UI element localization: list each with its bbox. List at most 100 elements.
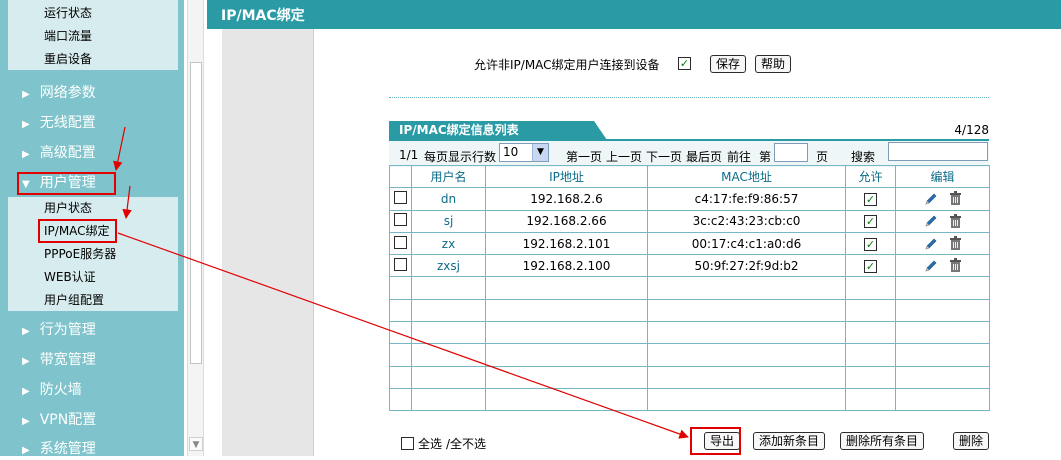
edit-pencil-icon[interactable] bbox=[923, 258, 939, 274]
page-title: IP/MAC绑定 bbox=[221, 8, 305, 24]
sidebar-item-system[interactable]: ▶ 系统管理 bbox=[22, 440, 96, 460]
row-select-cell bbox=[389, 231, 412, 256]
row-select-checkbox[interactable] bbox=[394, 235, 407, 249]
sidebar-subitem-pppoe-server[interactable]: PPPoE服务器 bbox=[44, 247, 116, 261]
cell-mac: 50:9f:27:2f:9d:b2 bbox=[647, 254, 846, 278]
triangle-right-icon: ▶ bbox=[22, 386, 30, 397]
cell-edit bbox=[895, 231, 990, 256]
prev-page-link[interactable]: 上一页 bbox=[606, 148, 642, 165]
column-header-allow: 允许 bbox=[845, 164, 896, 189]
trash-icon[interactable] bbox=[949, 258, 962, 273]
row-select-checkbox[interactable] bbox=[394, 257, 407, 271]
help-button[interactable]: 帮助 bbox=[755, 55, 792, 73]
row-select-cell bbox=[389, 254, 412, 278]
select-none-link[interactable]: /全不选 bbox=[446, 437, 486, 451]
edit-pencil-icon[interactable] bbox=[923, 191, 939, 207]
content-left-gutter bbox=[222, 29, 314, 456]
first-page-link[interactable]: 第一页 bbox=[566, 148, 602, 165]
cell-username: sj bbox=[411, 209, 486, 233]
next-page-link[interactable]: 下一页 bbox=[646, 148, 682, 165]
empty-table-row bbox=[389, 387, 990, 412]
cell-username: zxsj bbox=[411, 254, 486, 278]
rows-per-page-select[interactable]: 10 ▼ bbox=[499, 143, 549, 162]
triangle-right-icon: ▶ bbox=[22, 149, 30, 160]
save-button[interactable]: 保存 bbox=[710, 55, 747, 73]
edit-pencil-icon[interactable] bbox=[923, 213, 939, 229]
entry-count: 4/128 bbox=[954, 123, 989, 137]
cell-edit bbox=[895, 187, 990, 211]
edit-pencil-icon[interactable] bbox=[923, 236, 939, 252]
list-tab-title: IP/MAC绑定信息列表 bbox=[389, 121, 607, 140]
trash-icon[interactable] bbox=[949, 236, 962, 251]
page-suffix-label: 页 bbox=[816, 150, 829, 164]
sidebar-scrollbar[interactable]: ▼ bbox=[187, 0, 204, 456]
row-select-checkbox[interactable] bbox=[394, 190, 407, 204]
empty-table-row bbox=[389, 298, 990, 323]
sidebar-item-advanced[interactable]: ▶ 高级配置 bbox=[22, 144, 96, 164]
sidebar-item-vpn[interactable]: ▶ VPN配置 bbox=[22, 411, 96, 431]
page-number-input[interactable] bbox=[774, 143, 808, 162]
triangle-right-icon: ▶ bbox=[22, 356, 30, 367]
last-page-link[interactable]: 最后页 bbox=[686, 148, 722, 165]
page-info: 1/1 bbox=[399, 148, 419, 162]
allow-checkbox[interactable]: ✓ bbox=[864, 192, 877, 206]
delete-button[interactable]: 删除 bbox=[953, 432, 990, 450]
table-row: dn 192.168.2.6 c4:17:fe:f9:86:57 ✓ bbox=[389, 187, 990, 211]
scrollbar-thumb[interactable] bbox=[190, 62, 202, 364]
empty-table-row bbox=[389, 365, 990, 389]
search-input[interactable] bbox=[888, 142, 988, 161]
allow-checkbox[interactable]: ✓ bbox=[864, 215, 877, 229]
triangle-right-icon: ▶ bbox=[22, 326, 30, 337]
cell-edit bbox=[895, 209, 990, 233]
select-all-checkbox[interactable] bbox=[401, 437, 414, 450]
allow-checkbox[interactable]: ✓ bbox=[864, 259, 877, 273]
sidebar-subitem-user-group[interactable]: 用户组配置 bbox=[44, 293, 104, 307]
allow-unbound-label: 允许非IP/MAC绑定用户连接到设备 bbox=[474, 58, 660, 72]
page-prefix-label: 第 bbox=[759, 150, 772, 164]
page-header: IP/MAC绑定 bbox=[207, 0, 1061, 29]
sidebar-subitem-web-auth[interactable]: WEB认证 bbox=[44, 270, 96, 284]
delete-all-button[interactable]: 删除所有条目 bbox=[840, 432, 925, 450]
sidebar-item-firewall[interactable]: ▶ 防火墙 bbox=[22, 381, 82, 401]
search-label: 搜索 bbox=[851, 150, 876, 164]
rows-per-page-label: 每页显示行数 bbox=[424, 150, 497, 164]
select-column-header bbox=[389, 164, 412, 189]
divider bbox=[389, 97, 989, 98]
column-header-edit: 编辑 bbox=[895, 164, 990, 189]
row-select-checkbox[interactable] bbox=[394, 213, 407, 227]
allow-unbound-checkbox[interactable]: ✓ bbox=[678, 57, 691, 70]
add-entry-button[interactable]: 添加新条目 bbox=[753, 432, 826, 450]
sidebar-subitem-port-traffic[interactable]: 端口流量 bbox=[44, 29, 92, 43]
sidebar-item-behavior[interactable]: ▶ 行为管理 bbox=[22, 321, 96, 341]
pagination-bar: 1/1 每页显示行数 10 ▼ 第一页 上一页 下一页 最后页 前往 第 页 搜索 bbox=[389, 141, 989, 167]
cell-ip: 192.168.2.101 bbox=[485, 231, 648, 256]
cell-allow: ✓ bbox=[845, 209, 896, 233]
cell-ip: 192.168.2.66 bbox=[485, 209, 648, 233]
annotation-box-export bbox=[690, 427, 741, 455]
select-all-control[interactable]: 全选/全不选 bbox=[401, 435, 486, 452]
chevron-down-icon: ▼ bbox=[532, 144, 548, 161]
trash-icon[interactable] bbox=[949, 213, 962, 229]
cell-allow: ✓ bbox=[845, 254, 896, 278]
allow-checkbox[interactable]: ✓ bbox=[864, 237, 877, 251]
cell-ip: 192.168.2.6 bbox=[485, 187, 648, 211]
sidebar-item-wireless[interactable]: ▶ 无线配置 bbox=[22, 114, 96, 134]
annotation-box-ip-mac bbox=[38, 219, 117, 243]
sidebar-subitem-user-status[interactable]: 用户状态 bbox=[44, 201, 92, 215]
sidebar-subitem-reboot[interactable]: 重启设备 bbox=[44, 52, 92, 66]
trash-icon[interactable] bbox=[949, 191, 962, 206]
triangle-right-icon: ▶ bbox=[22, 445, 30, 456]
cell-ip: 192.168.2.100 bbox=[485, 254, 648, 278]
cell-username: dn bbox=[411, 187, 486, 211]
table-row: zx 192.168.2.101 00:17:c4:c1:a0:d6 ✓ bbox=[389, 231, 990, 256]
triangle-right-icon: ▶ bbox=[22, 119, 30, 130]
sidebar-item-bandwidth[interactable]: ▶ 带宽管理 bbox=[22, 351, 96, 371]
empty-table-row bbox=[389, 321, 990, 345]
goto-page-link[interactable]: 前往 bbox=[727, 148, 751, 165]
table-row: sj 192.168.2.66 3c:c2:43:23:cb:c0 ✓ bbox=[389, 209, 990, 233]
sidebar-subitem-run-status[interactable]: 运行状态 bbox=[44, 6, 92, 20]
select-all-link[interactable]: 全选 bbox=[418, 437, 442, 451]
sidebar-item-network[interactable]: ▶ 网络参数 bbox=[22, 84, 96, 104]
triangle-right-icon: ▶ bbox=[22, 89, 30, 100]
scroll-down-arrow-icon[interactable]: ▼ bbox=[189, 437, 203, 451]
